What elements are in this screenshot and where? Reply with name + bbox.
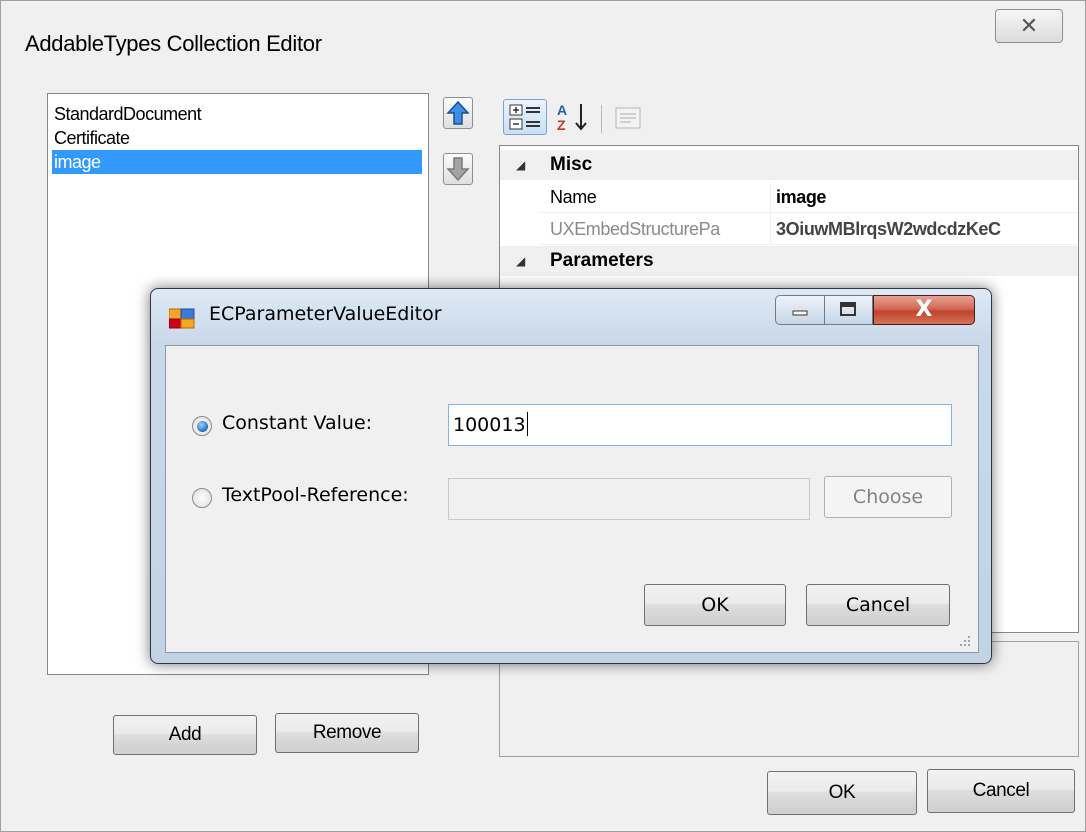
move-down-button[interactable] [443,153,473,185]
collapse-triangle-icon[interactable]: ◢ [516,246,525,276]
minimize-icon [792,310,808,316]
property-pages-button[interactable] [611,103,645,133]
arrow-up-icon [446,100,470,125]
property-row-name[interactable]: Name image [540,182,1078,213]
list-item-standarddocument[interactable]: StandardDocument [52,102,422,126]
category-label: Parameters [550,250,654,271]
textpool-reference-label: TextPool-Reference: [222,484,409,506]
constant-value-text: 100013 [453,414,526,436]
list-item-image[interactable]: image [52,150,422,174]
list-item-certificate[interactable]: Certificate [52,126,422,150]
dialog-title: ECParameterValueEditor [209,303,442,325]
window-close-button[interactable]: ✕ [995,9,1063,43]
textpool-reference-input[interactable] [448,478,810,520]
constant-value-radio[interactable] [192,416,212,436]
add-button[interactable]: Add [113,715,257,755]
constant-value-label: Constant Value: [222,412,373,434]
dialog-ok-button[interactable]: OK [644,584,786,626]
svg-text:A: A [557,102,567,118]
toolbar-separator [601,105,602,133]
constant-value-input[interactable]: 100013 [448,404,952,446]
remove-button[interactable]: Remove [275,713,419,753]
move-up-button[interactable] [443,97,473,129]
property-name: UXEmbedStructurePa [550,219,720,239]
cancel-button[interactable]: Cancel [927,769,1075,813]
minimize-button[interactable] [775,295,825,325]
maximize-button[interactable] [825,295,873,325]
maximize-icon [840,302,856,316]
category-misc[interactable]: ◢ Misc [500,150,1078,180]
textpool-reference-radio[interactable] [192,488,212,508]
window-title: AddableTypes Collection Editor [25,31,322,56]
arrow-down-icon [446,157,470,182]
svg-text:Z: Z [557,117,566,133]
property-pages-icon [615,107,641,129]
property-value[interactable]: image [776,182,1078,212]
dialog-close-button[interactable]: X [873,295,975,325]
property-value[interactable]: 3OiuwMBlrqsW2wdcdzKeC [776,214,1078,244]
category-label: Misc [550,154,593,175]
grid-splitter [770,214,771,244]
dialog-cancel-button[interactable]: Cancel [806,584,950,626]
sort-az-icon: A Z [557,102,587,133]
ok-button[interactable]: OK [767,771,917,815]
grid-splitter [770,182,771,212]
categorized-icon [509,104,540,130]
collapse-triangle-icon[interactable]: ◢ [516,150,525,180]
categorized-view-button[interactable] [503,99,547,135]
choose-button[interactable]: Choose [824,476,952,518]
resize-grip-icon[interactable] [956,632,972,648]
property-row-uxembed[interactable]: UXEmbedStructurePa 3OiuwMBlrqsW2wdcdzKeC [540,214,1078,245]
text-caret [526,412,528,436]
form-icon [169,308,195,329]
category-parameters[interactable]: ◢ Parameters [500,246,1078,276]
property-name: Name [550,187,597,207]
alphabetical-view-button[interactable]: A Z [553,99,593,135]
